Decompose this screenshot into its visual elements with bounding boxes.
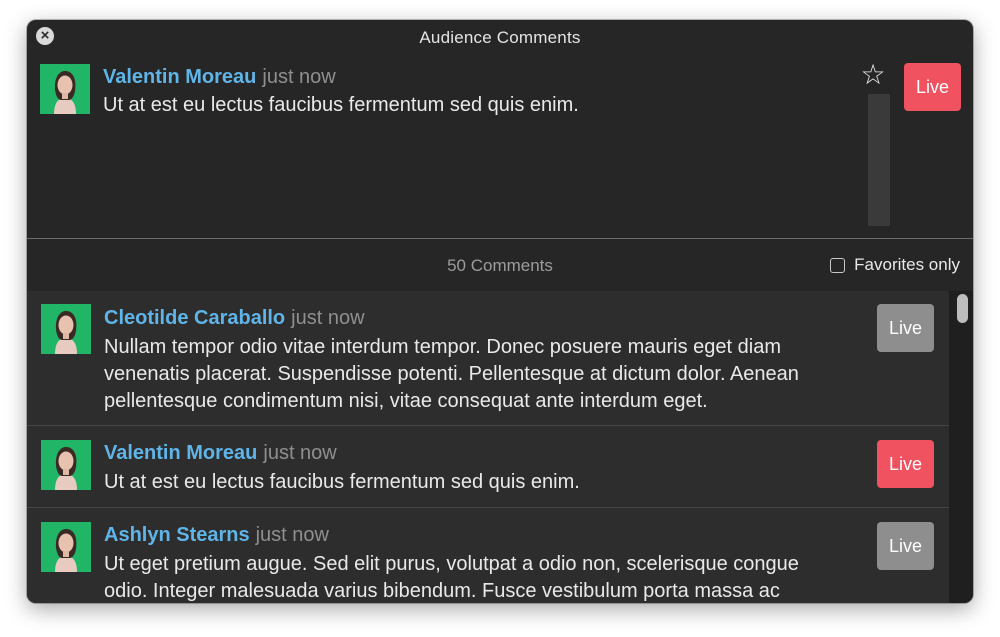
comment-text-line: odio. Integer malesuada varius bibendum.… [104,580,780,602]
comment-text-line: venenatis placerat. Suspendisse potenti.… [104,363,799,385]
comment-time: just now [262,66,336,88]
avatar [40,64,90,114]
comments-scrollbar[interactable] [949,291,973,603]
comments-status-bar: 50 Comments Favorites only [27,239,973,291]
favorite-star-button[interactable]: ☆ [860,59,886,90]
avatar [41,304,91,354]
comment-header: Valentin Moreau just now [104,442,337,465]
live-button[interactable]: Live [877,440,934,488]
scrollbar-thumb[interactable] [957,294,968,323]
star-icon: ☆ [860,59,886,90]
featured-comment: Valentin Moreau just now Ut at est eu lec… [27,54,973,238]
comment-text: Ut eget pretium augue. Sed elit purus, v… [104,551,874,603]
list-item[interactable]: Ashlyn Stearns just now Ut eget pretium a… [27,508,949,603]
title-bar: × Audience Comments [27,20,973,54]
avatar-icon [40,64,90,114]
comment-text-line: Ut eget pretium augue. Sed elit purus, v… [104,553,799,575]
live-button[interactable]: Live [877,304,934,352]
commenter-name[interactable]: Valentin Moreau [104,442,257,464]
comment-text-line: Nullam tempor odio vitae interdum tempor… [104,336,781,358]
comment-text: Nullam tempor odio vitae interdum tempor… [104,334,874,415]
featured-comment-text: Ut at est eu lectus faucibus fermentum s… [103,94,579,116]
favorites-only-toggle[interactable]: Favorites only [830,255,960,275]
comment-header: Cleotilde Caraballo just now [104,307,365,330]
featured-comment-header: Valentin Moreau just now [103,66,336,89]
list-item[interactable]: Cleotilde Caraballo just now Nullam tempo… [27,291,949,425]
featured-live-button[interactable]: Live [904,63,961,111]
commenter-name[interactable]: Ashlyn Stearns [104,524,250,546]
audience-comments-window: × Audience Comments Valentin Moreau just … [27,20,973,603]
list-item[interactable]: Valentin Moreau just now Ut at est eu lec… [27,426,949,507]
favorites-label: Favorites only [854,255,960,274]
avatar-icon [41,522,91,572]
commenter-name[interactable]: Cleotilde Caraballo [104,307,285,329]
comment-time: just now [263,442,337,464]
comment-time: just now [291,307,365,329]
avatar [41,522,91,572]
commenter-name[interactable]: Valentin Moreau [103,66,256,88]
comment-header: Ashlyn Stearns just now [104,524,329,547]
comment-text: Ut at est eu lectus faucibus fermentum s… [104,469,874,496]
window-title: Audience Comments [419,28,581,47]
comment-text-line: pellentesque condimentum nisi, vitae con… [104,390,708,412]
featured-scrollbar[interactable] [868,94,890,226]
avatar [41,440,91,490]
comments-list[interactable]: Cleotilde Caraballo just now Nullam tempo… [27,291,973,603]
comment-text-line: Ut at est eu lectus faucibus fermentum s… [104,471,580,493]
live-button[interactable]: Live [877,522,934,570]
avatar-icon [41,440,91,490]
avatar-icon [41,304,91,354]
favorites-checkbox[interactable] [830,258,846,273]
comment-time: just now [255,524,329,546]
